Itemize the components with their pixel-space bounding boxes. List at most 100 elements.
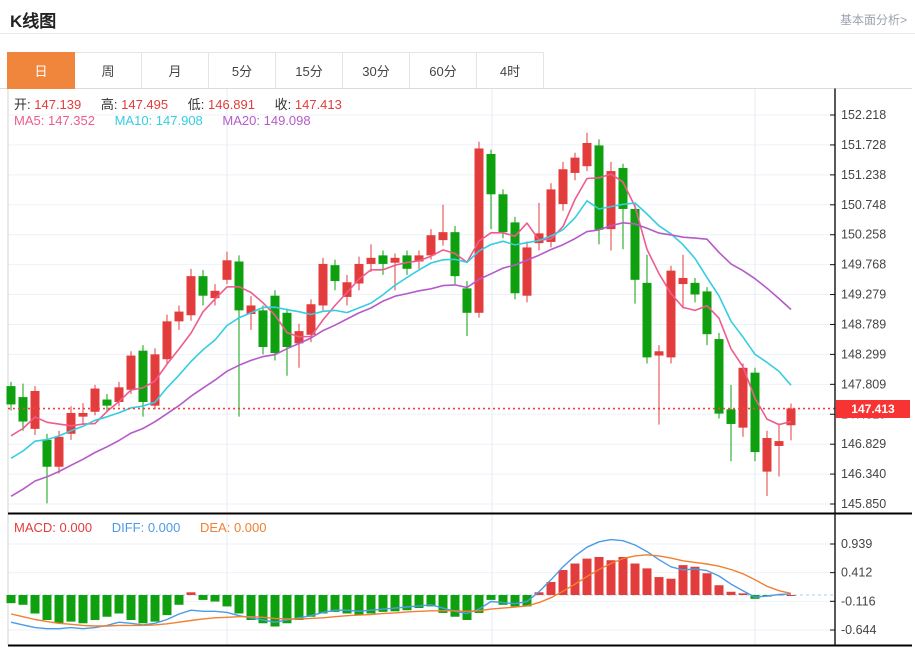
macd-bar	[318, 595, 328, 614]
price-tick-label: 150.258	[841, 228, 886, 242]
ma10-value: 147.908	[155, 113, 203, 128]
candle-body	[594, 145, 604, 230]
candle-body	[30, 390, 40, 429]
macd-bar	[54, 595, 64, 624]
candle-body	[474, 148, 484, 313]
macd-bar	[78, 595, 88, 624]
candle-body	[762, 438, 772, 472]
macd-bar	[150, 595, 160, 622]
candle-body	[282, 312, 292, 348]
candle-body	[654, 351, 664, 356]
candle-body	[306, 304, 316, 335]
macd-bar	[102, 595, 112, 617]
candle-body	[354, 263, 364, 284]
low-value: 146.891	[208, 97, 255, 112]
open-label: 开:	[14, 97, 31, 112]
high-value: 147.495	[121, 97, 169, 112]
macd-bar	[594, 556, 604, 596]
macd-bar	[738, 593, 748, 596]
diff-value: 0.000	[147, 520, 181, 535]
candle-body	[462, 288, 472, 313]
candle-body	[270, 295, 280, 354]
candle-body	[426, 235, 436, 256]
close-label: 收:	[274, 97, 292, 112]
macd-bar	[786, 595, 796, 597]
ma20-label: MA20:	[222, 113, 260, 128]
kline-page: K线图 基本面分析> 日周月 5分 15分 30分 60分 4时 152.218 151.7…	[0, 0, 915, 651]
macd-bar	[66, 595, 76, 622]
price-tick-label: 150.748	[841, 198, 886, 212]
candle-body	[198, 276, 208, 296]
price-tick-label: 151.728	[841, 138, 886, 152]
macd-value: 0.000	[59, 520, 93, 535]
close-value: 147.413	[294, 97, 342, 112]
dea-value: 0.000	[233, 520, 267, 535]
candle-body	[582, 142, 592, 167]
candle-body	[222, 260, 232, 280]
macd-bar	[618, 556, 628, 596]
candle-body	[726, 409, 736, 424]
macd-bar	[186, 592, 196, 596]
macd-bar	[510, 595, 520, 607]
macd-bar	[30, 595, 40, 614]
macd-bar	[162, 595, 172, 616]
price-tick-label: 146.340	[841, 467, 886, 481]
candle-body	[126, 355, 136, 390]
tab-日[interactable]: 日	[7, 52, 75, 89]
candle-body	[642, 282, 652, 358]
candle-body	[498, 194, 508, 233]
candle-body	[678, 277, 688, 285]
macd-tick-label: -0.116	[841, 594, 876, 608]
macd-bar	[42, 595, 52, 621]
macd-tick-label: 0.412	[841, 566, 872, 580]
macd-bar	[138, 595, 148, 624]
candle-body	[162, 321, 172, 360]
dea-label: DEA:	[199, 520, 231, 535]
price-tick-label: 149.279	[841, 288, 886, 302]
candle-body	[714, 339, 724, 414]
candle-body	[114, 387, 124, 402]
ma-info: MA5: 147.352 MA10: 147.908 MA20: 149.098	[14, 113, 327, 128]
candle-body	[318, 263, 328, 306]
macd-bar	[210, 595, 220, 602]
price-tick-label: 148.789	[841, 317, 886, 331]
ma10-label: MA10:	[114, 113, 153, 128]
candle-body	[390, 257, 400, 263]
macd-bar	[354, 595, 364, 616]
candle-body	[78, 412, 88, 417]
macd-bar	[6, 595, 16, 604]
diff-label: DIFF:	[111, 520, 145, 535]
ma20-value: 149.098	[263, 113, 311, 128]
candle-body	[486, 153, 496, 195]
candle-body	[54, 436, 64, 467]
high-label: 高:	[100, 97, 118, 112]
candle-body	[774, 441, 784, 446]
macd-bar	[294, 595, 304, 621]
macd-label: MACD:	[14, 520, 56, 535]
candle-body	[138, 350, 148, 402]
macd-bar	[450, 595, 460, 617]
candle-body	[366, 257, 376, 264]
macd-bar	[126, 595, 136, 621]
macd-bar	[174, 595, 184, 605]
macd-bar	[714, 585, 724, 596]
price-tick-label: 146.829	[841, 437, 886, 451]
candle-body	[186, 276, 196, 316]
macd-info: MACD: 0.000 DIFF: 0.000 DEA: 0.000	[14, 520, 283, 535]
candle-body	[606, 171, 616, 230]
candle-body	[690, 282, 700, 295]
macd-bar	[198, 595, 208, 600]
price-tick-label: 151.238	[841, 168, 886, 182]
macd-bar	[642, 568, 652, 596]
open-value: 147.139	[34, 97, 82, 112]
price-tick-label: 147.809	[841, 377, 886, 391]
candle-body	[210, 290, 220, 299]
macd-bar	[486, 595, 496, 600]
candle-body	[378, 255, 388, 264]
candle-body	[42, 439, 52, 467]
macd-bar	[234, 595, 244, 614]
candle-body	[330, 265, 340, 282]
macd-bar	[630, 563, 640, 596]
macd-bar	[690, 566, 700, 596]
macd-bar	[666, 578, 676, 596]
